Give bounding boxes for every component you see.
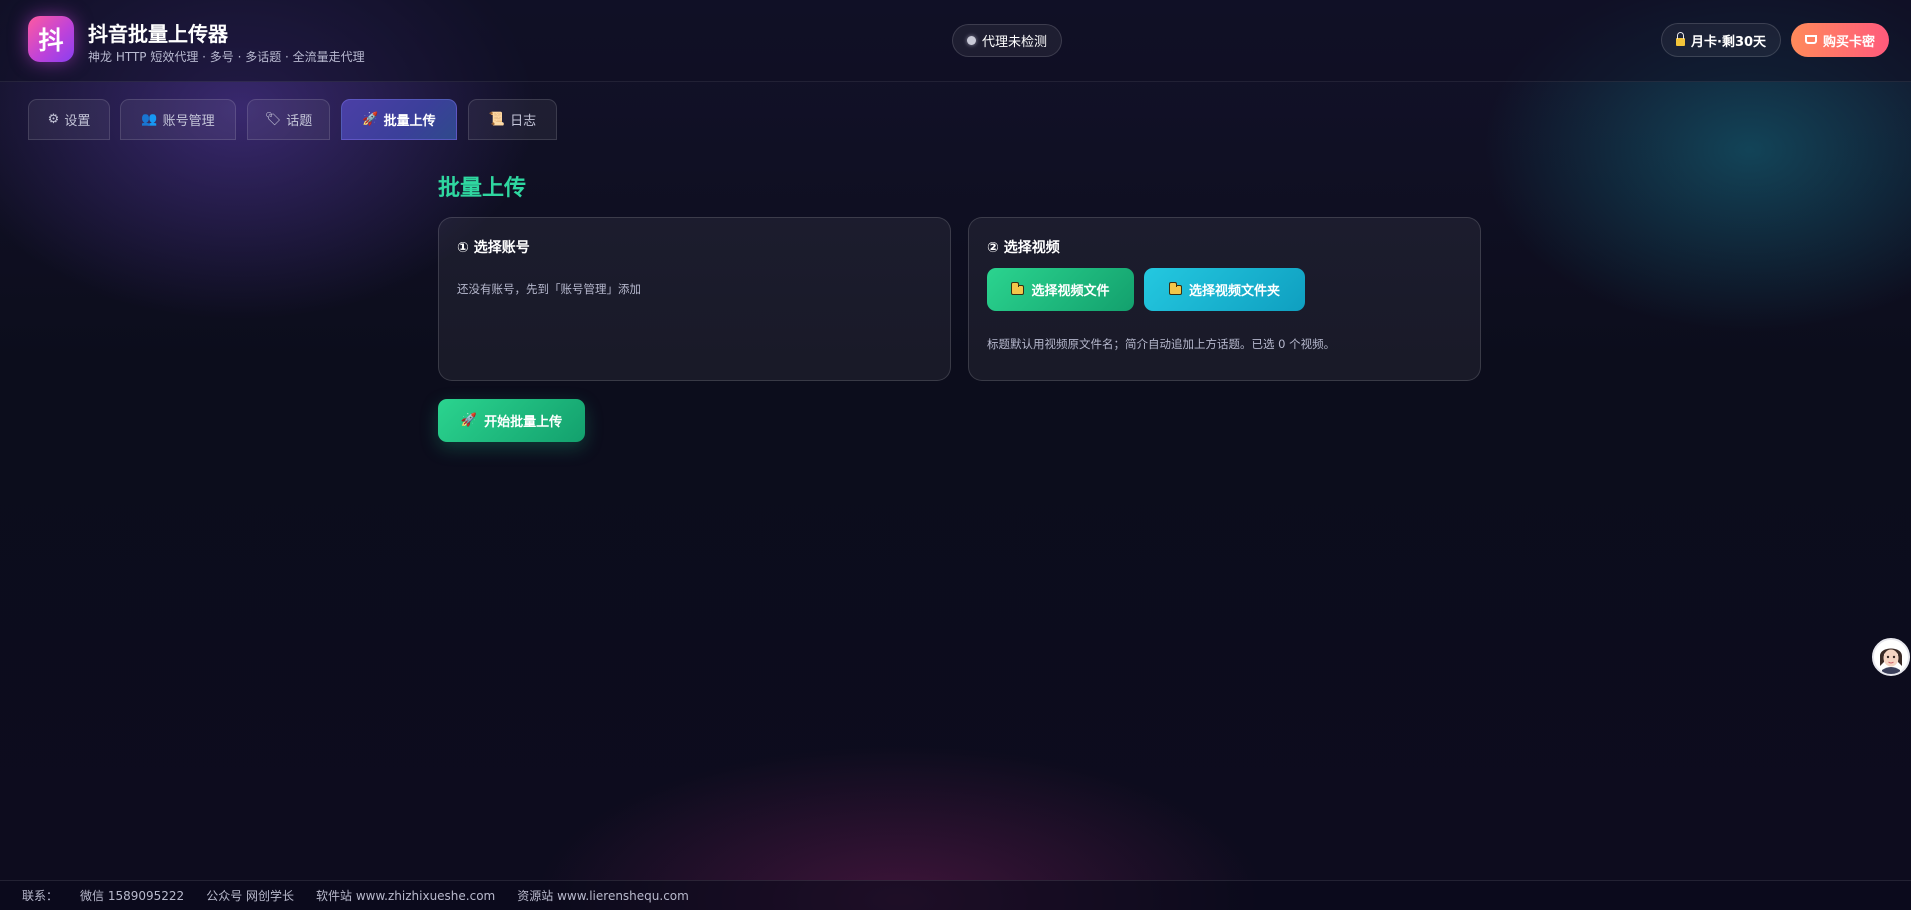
- cart-icon: [1805, 34, 1817, 44]
- scroll-icon: 📜: [488, 112, 506, 127]
- tab-topics[interactable]: 🏷 话题: [247, 99, 330, 140]
- tab-batch-upload[interactable]: 🚀 批量上传: [341, 99, 457, 140]
- tab-label: 话题: [286, 114, 313, 129]
- tab-accounts[interactable]: 👥 账号管理: [120, 99, 236, 140]
- app-title: 抖音批量上传器: [88, 22, 228, 46]
- buy-label: 购买卡密: [1823, 34, 1876, 50]
- tab-settings[interactable]: ⚙ 设置: [28, 99, 110, 140]
- app-subtitle: 神龙 HTTP 短效代理 · 多号 · 多话题 · 全流量走代理: [88, 50, 365, 64]
- license-label: 月卡·剩30天: [1691, 34, 1767, 50]
- start-label: 开始批量上传: [484, 415, 563, 430]
- start-batch-upload-button[interactable]: 🚀 开始批量上传: [438, 399, 585, 442]
- tab-label: 日志: [510, 114, 537, 129]
- select-video-folder-button[interactable]: 选择视频文件夹: [1144, 268, 1305, 311]
- tab-logs[interactable]: 📜 日志: [468, 99, 557, 140]
- footer-official-account: 公众号 网创学长: [206, 889, 295, 903]
- lock-icon: [1676, 32, 1685, 46]
- app-header: 抖 抖音批量上传器 神龙 HTTP 短效代理 · 多号 · 多话题 · 全流量走…: [0, 0, 1911, 82]
- footer-wechat: 微信 1589095222: [80, 889, 185, 903]
- folder-icon: [1168, 281, 1182, 295]
- select-video-files-button[interactable]: 选择视频文件: [987, 268, 1134, 311]
- app-logo-char: 抖: [38, 26, 64, 55]
- app-logo: 抖: [28, 16, 74, 62]
- rocket-icon: 🚀: [362, 112, 379, 127]
- video-select-card: ② 选择视频 选择视频文件 选择视频文件夹 标题默认用视频原文件名；简介自动追加…: [968, 217, 1481, 381]
- select-files-label: 选择视频文件: [1031, 284, 1110, 299]
- proxy-status-text: 代理未检测: [982, 35, 1048, 50]
- footer-contact-bar: 联系： 微信 1589095222 公众号 网创学长 软件站 www.zhizh…: [0, 880, 1911, 910]
- proxy-status-badge[interactable]: 代理未检测: [952, 24, 1063, 57]
- video-card-title: ② 选择视频: [987, 240, 1060, 256]
- tab-label: 批量上传: [383, 114, 436, 129]
- contact-label: 联系：: [22, 889, 59, 903]
- avatar-face-icon: [1874, 640, 1908, 674]
- footer-software-site-link[interactable]: 软件站 www.zhizhixueshe.com: [316, 887, 495, 904]
- rocket-icon: 🚀: [460, 413, 478, 428]
- video-hint-text: 标题默认用视频原文件名；简介自动追加上方话题。已选 0 个视频。: [987, 337, 1336, 351]
- account-card-title: ① 选择账号: [457, 240, 530, 256]
- select-folder-label: 选择视频文件夹: [1188, 284, 1280, 299]
- tab-label: 账号管理: [162, 114, 215, 129]
- folder-icon: [1011, 281, 1025, 295]
- gear-icon: ⚙: [47, 112, 60, 127]
- status-dot-icon: [967, 36, 976, 45]
- users-icon: 👥: [141, 112, 158, 127]
- assistant-avatar[interactable]: [1872, 638, 1910, 676]
- account-select-card: ① 选择账号 还没有账号，先到「账号管理」添加: [438, 217, 951, 381]
- tag-icon: 🏷: [264, 112, 282, 127]
- account-empty-text: 还没有账号，先到「账号管理」添加: [457, 282, 641, 296]
- license-badge: 月卡·剩30天: [1661, 23, 1782, 57]
- tab-label: 设置: [64, 114, 91, 129]
- buy-license-button[interactable]: 购买卡密: [1791, 23, 1890, 57]
- footer-resource-site-link[interactable]: 资源站 www.lierenshequ.com: [517, 887, 689, 904]
- page-title: 批量上传: [438, 176, 527, 201]
